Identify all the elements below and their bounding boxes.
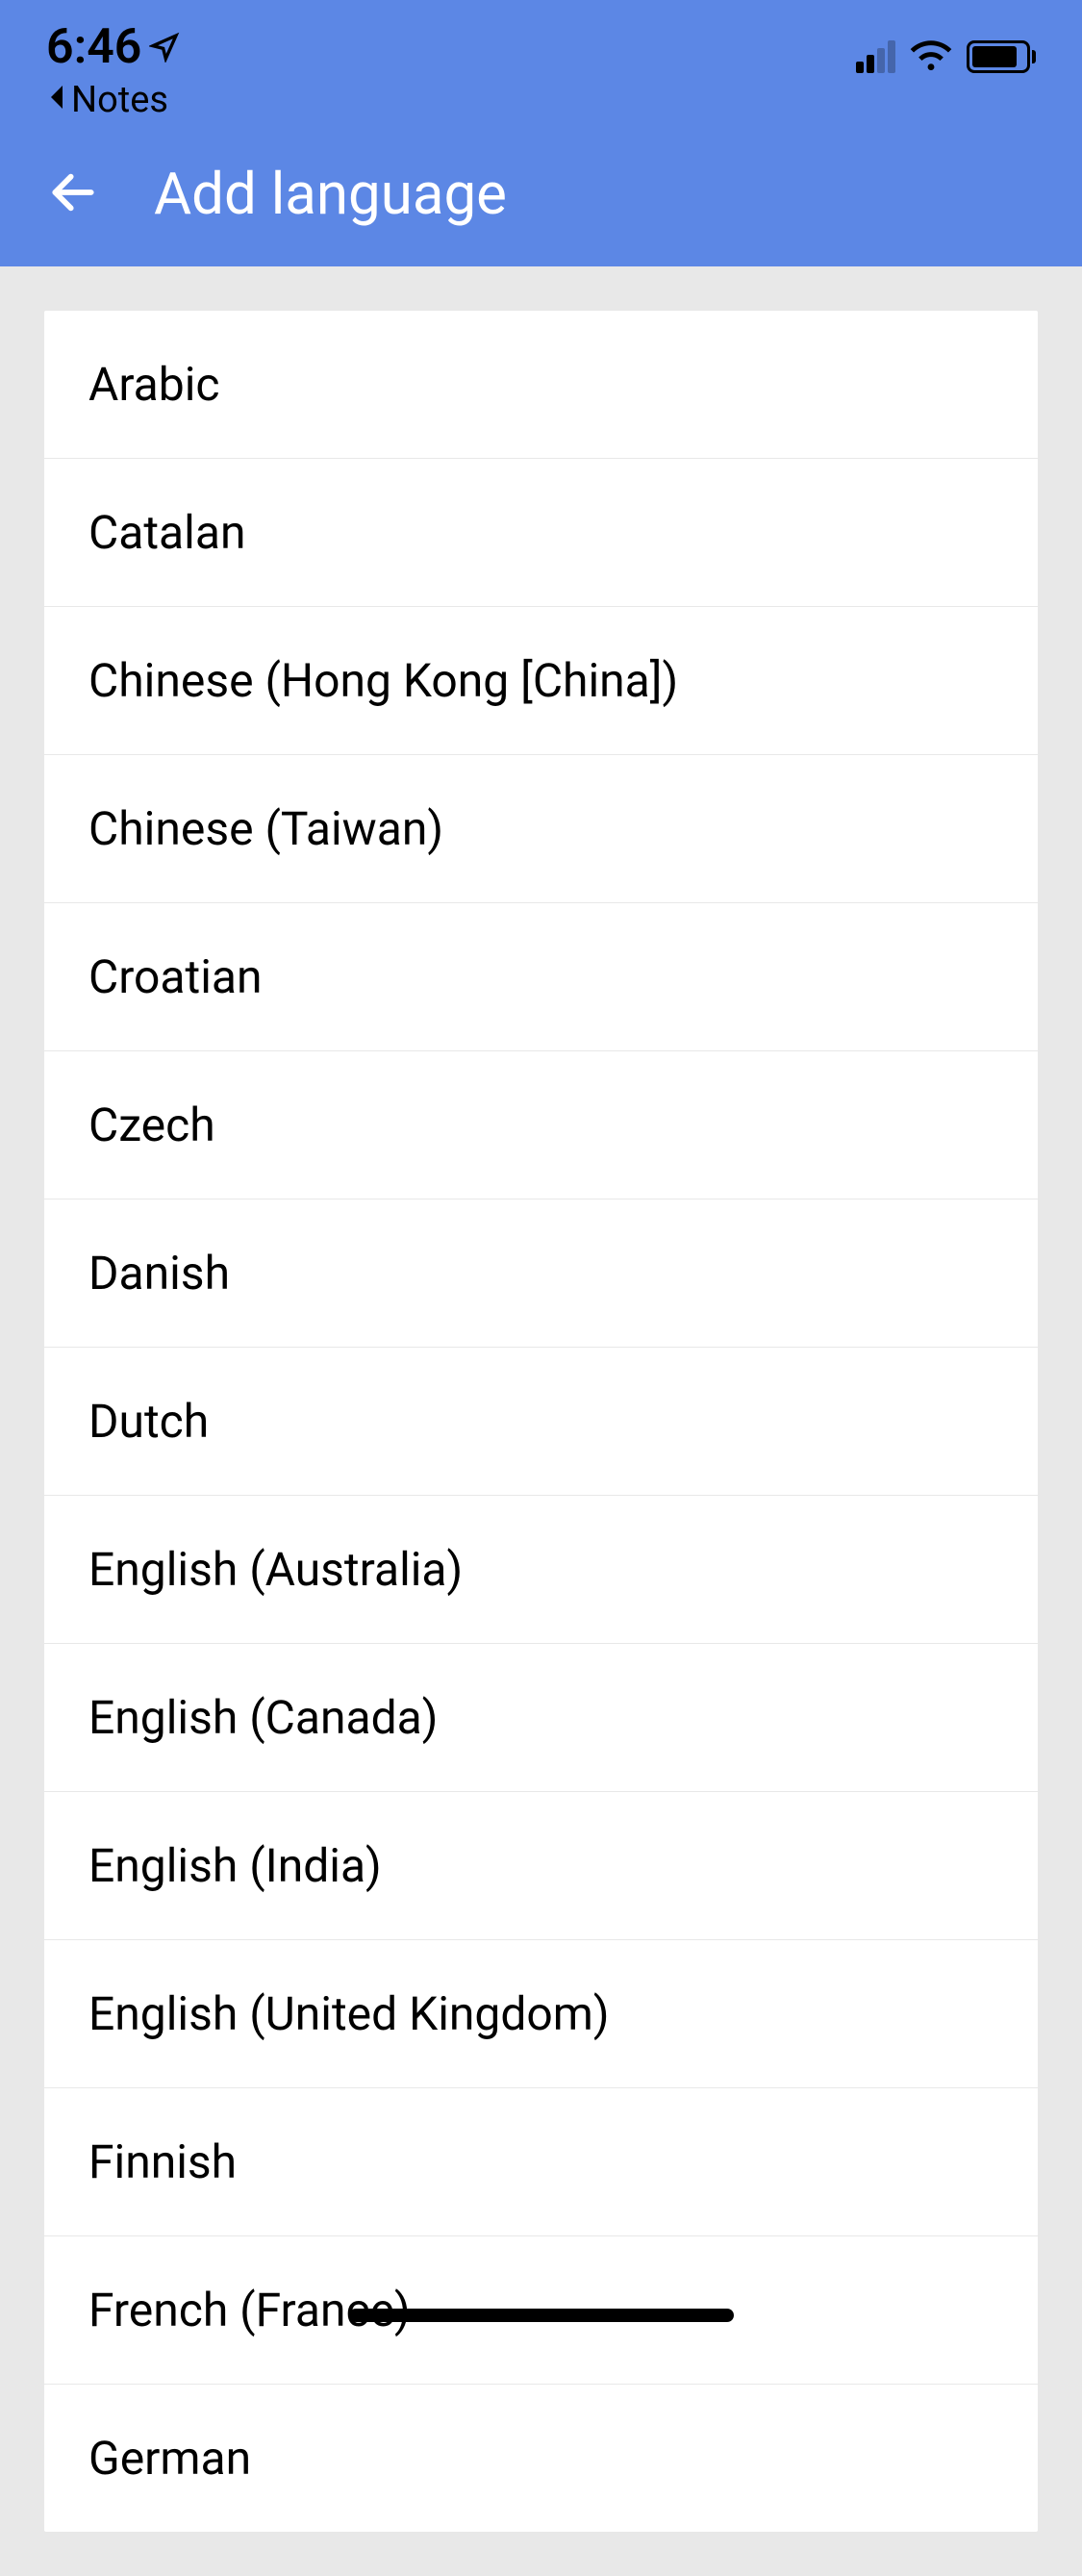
back-app-label: Notes (71, 79, 168, 121)
time-text: 6:46 (46, 19, 141, 75)
language-label: English (India) (88, 1838, 382, 1893)
wifi-icon (909, 38, 953, 75)
language-list: Arabic Catalan Chinese (Hong Kong [China… (44, 311, 1038, 2532)
status-time: 6:46 (46, 19, 180, 75)
list-item[interactable]: Finnish (44, 2088, 1038, 2236)
language-label: English (United Kingdom) (88, 1986, 610, 2041)
location-icon (149, 19, 180, 75)
list-item[interactable]: English (Canada) (44, 1644, 1038, 1792)
list-item[interactable]: Chinese (Taiwan) (44, 755, 1038, 903)
status-bar-left: 6:46 Notes (46, 19, 180, 121)
home-indicator[interactable] (349, 2309, 734, 2322)
list-item[interactable]: English (India) (44, 1792, 1038, 1940)
nav-bar: Add language (0, 121, 1082, 266)
list-item[interactable]: Catalan (44, 459, 1038, 607)
language-label: German (88, 2431, 251, 2486)
language-label: English (Canada) (88, 1690, 439, 1745)
status-bar-right (856, 19, 1036, 75)
list-item[interactable]: German (44, 2385, 1038, 2532)
list-item[interactable]: Dutch (44, 1348, 1038, 1496)
list-item[interactable]: Chinese (Hong Kong [China]) (44, 607, 1038, 755)
language-label: Chinese (Taiwan) (88, 801, 443, 856)
page-title: Add language (154, 160, 507, 228)
language-label: Croatian (88, 949, 263, 1004)
list-item[interactable]: Arabic (44, 311, 1038, 459)
language-label: Finnish (88, 2134, 237, 2189)
back-to-app-link[interactable]: Notes (46, 79, 180, 121)
list-item[interactable]: Czech (44, 1051, 1038, 1200)
language-label: Chinese (Hong Kong [China]) (88, 653, 678, 708)
cellular-signal-icon (856, 40, 895, 73)
chevron-left-icon (46, 79, 67, 121)
app-header: 6:46 Notes (0, 0, 1082, 266)
status-bar: 6:46 Notes (0, 0, 1082, 121)
battery-icon (967, 40, 1036, 73)
list-item[interactable]: English (Australia) (44, 1496, 1038, 1644)
content-area: Arabic Catalan Chinese (Hong Kong [China… (0, 266, 1082, 2576)
language-label: Czech (88, 1098, 215, 1152)
list-item[interactable]: Danish (44, 1200, 1038, 1348)
language-label: Danish (88, 1246, 230, 1301)
language-label: Arabic (88, 357, 220, 412)
back-button[interactable] (46, 165, 100, 223)
list-item[interactable]: Croatian (44, 903, 1038, 1051)
language-label: Catalan (88, 505, 245, 560)
list-item[interactable]: English (United Kingdom) (44, 1940, 1038, 2088)
language-label: English (Australia) (88, 1542, 463, 1597)
language-label: Dutch (88, 1394, 209, 1449)
